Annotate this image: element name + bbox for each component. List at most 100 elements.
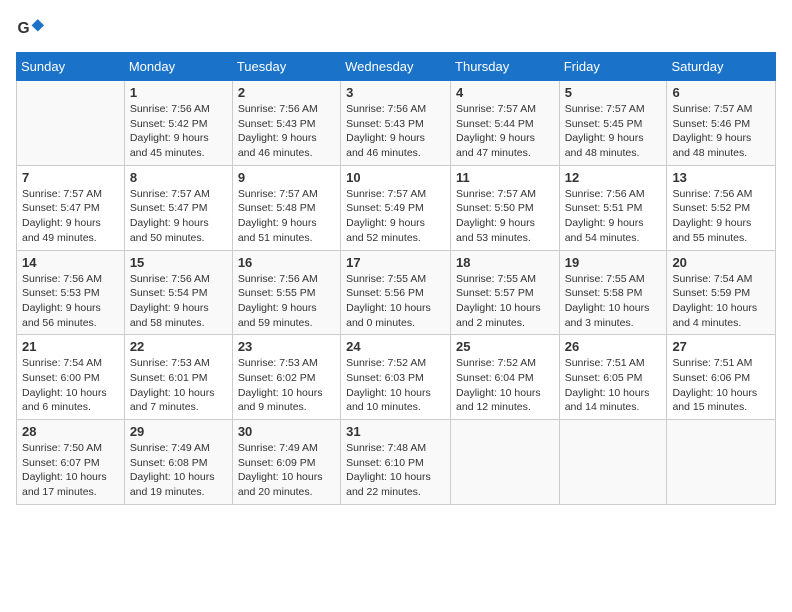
day-number: 5 — [565, 85, 662, 100]
calendar-cell: 18 Sunrise: 7:55 AMSunset: 5:57 PMDaylig… — [451, 250, 560, 335]
day-number: 25 — [456, 339, 554, 354]
day-info: Sunrise: 7:53 AMSunset: 6:01 PMDaylight:… — [130, 356, 227, 415]
day-number: 13 — [672, 170, 770, 185]
page-header: G — [16, 16, 776, 44]
calendar-week-row: 1 Sunrise: 7:56 AMSunset: 5:42 PMDayligh… — [17, 81, 776, 166]
calendar-cell: 22 Sunrise: 7:53 AMSunset: 6:01 PMDaylig… — [124, 335, 232, 420]
calendar-cell: 16 Sunrise: 7:56 AMSunset: 5:55 PMDaylig… — [232, 250, 340, 335]
calendar-cell: 28 Sunrise: 7:50 AMSunset: 6:07 PMDaylig… — [17, 420, 125, 505]
weekday-header: Thursday — [451, 53, 560, 81]
calendar-cell: 24 Sunrise: 7:52 AMSunset: 6:03 PMDaylig… — [341, 335, 451, 420]
weekday-header: Sunday — [17, 53, 125, 81]
day-number: 23 — [238, 339, 335, 354]
day-number: 10 — [346, 170, 445, 185]
calendar-cell: 1 Sunrise: 7:56 AMSunset: 5:42 PMDayligh… — [124, 81, 232, 166]
day-number: 11 — [456, 170, 554, 185]
day-number: 31 — [346, 424, 445, 439]
day-number: 16 — [238, 255, 335, 270]
day-info: Sunrise: 7:52 AMSunset: 6:03 PMDaylight:… — [346, 356, 445, 415]
day-number: 14 — [22, 255, 119, 270]
calendar-cell — [559, 420, 667, 505]
weekday-header: Wednesday — [341, 53, 451, 81]
weekday-header: Saturday — [667, 53, 776, 81]
day-info: Sunrise: 7:49 AMSunset: 6:09 PMDaylight:… — [238, 441, 335, 500]
calendar-cell: 20 Sunrise: 7:54 AMSunset: 5:59 PMDaylig… — [667, 250, 776, 335]
day-info: Sunrise: 7:57 AMSunset: 5:49 PMDaylight:… — [346, 187, 445, 246]
svg-text:G: G — [18, 20, 30, 37]
day-info: Sunrise: 7:49 AMSunset: 6:08 PMDaylight:… — [130, 441, 227, 500]
weekday-header: Monday — [124, 53, 232, 81]
calendar-cell: 13 Sunrise: 7:56 AMSunset: 5:52 PMDaylig… — [667, 165, 776, 250]
calendar-cell: 21 Sunrise: 7:54 AMSunset: 6:00 PMDaylig… — [17, 335, 125, 420]
day-number: 28 — [22, 424, 119, 439]
day-info: Sunrise: 7:57 AMSunset: 5:47 PMDaylight:… — [22, 187, 119, 246]
day-info: Sunrise: 7:56 AMSunset: 5:53 PMDaylight:… — [22, 272, 119, 331]
logo: G — [16, 16, 48, 44]
day-number: 29 — [130, 424, 227, 439]
day-info: Sunrise: 7:55 AMSunset: 5:57 PMDaylight:… — [456, 272, 554, 331]
calendar-cell — [451, 420, 560, 505]
calendar-cell: 26 Sunrise: 7:51 AMSunset: 6:05 PMDaylig… — [559, 335, 667, 420]
day-number: 15 — [130, 255, 227, 270]
calendar-cell: 15 Sunrise: 7:56 AMSunset: 5:54 PMDaylig… — [124, 250, 232, 335]
calendar-cell: 29 Sunrise: 7:49 AMSunset: 6:08 PMDaylig… — [124, 420, 232, 505]
calendar-cell: 12 Sunrise: 7:56 AMSunset: 5:51 PMDaylig… — [559, 165, 667, 250]
day-info: Sunrise: 7:56 AMSunset: 5:43 PMDaylight:… — [346, 102, 445, 161]
calendar-cell — [667, 420, 776, 505]
day-info: Sunrise: 7:51 AMSunset: 6:06 PMDaylight:… — [672, 356, 770, 415]
day-info: Sunrise: 7:48 AMSunset: 6:10 PMDaylight:… — [346, 441, 445, 500]
day-info: Sunrise: 7:54 AMSunset: 6:00 PMDaylight:… — [22, 356, 119, 415]
day-info: Sunrise: 7:57 AMSunset: 5:45 PMDaylight:… — [565, 102, 662, 161]
day-info: Sunrise: 7:52 AMSunset: 6:04 PMDaylight:… — [456, 356, 554, 415]
calendar-week-row: 21 Sunrise: 7:54 AMSunset: 6:00 PMDaylig… — [17, 335, 776, 420]
day-info: Sunrise: 7:50 AMSunset: 6:07 PMDaylight:… — [22, 441, 119, 500]
day-info: Sunrise: 7:56 AMSunset: 5:51 PMDaylight:… — [565, 187, 662, 246]
day-info: Sunrise: 7:56 AMSunset: 5:52 PMDaylight:… — [672, 187, 770, 246]
day-info: Sunrise: 7:55 AMSunset: 5:56 PMDaylight:… — [346, 272, 445, 331]
calendar-week-row: 14 Sunrise: 7:56 AMSunset: 5:53 PMDaylig… — [17, 250, 776, 335]
calendar-cell: 27 Sunrise: 7:51 AMSunset: 6:06 PMDaylig… — [667, 335, 776, 420]
day-info: Sunrise: 7:56 AMSunset: 5:54 PMDaylight:… — [130, 272, 227, 331]
calendar-cell: 8 Sunrise: 7:57 AMSunset: 5:47 PMDayligh… — [124, 165, 232, 250]
weekday-header-row: SundayMondayTuesdayWednesdayThursdayFrid… — [17, 53, 776, 81]
day-info: Sunrise: 7:57 AMSunset: 5:46 PMDaylight:… — [672, 102, 770, 161]
day-info: Sunrise: 7:56 AMSunset: 5:55 PMDaylight:… — [238, 272, 335, 331]
calendar-cell: 5 Sunrise: 7:57 AMSunset: 5:45 PMDayligh… — [559, 81, 667, 166]
logo-icon: G — [16, 16, 44, 44]
calendar-week-row: 7 Sunrise: 7:57 AMSunset: 5:47 PMDayligh… — [17, 165, 776, 250]
calendar-cell: 4 Sunrise: 7:57 AMSunset: 5:44 PMDayligh… — [451, 81, 560, 166]
weekday-header: Tuesday — [232, 53, 340, 81]
day-number: 19 — [565, 255, 662, 270]
day-number: 20 — [672, 255, 770, 270]
day-info: Sunrise: 7:56 AMSunset: 5:43 PMDaylight:… — [238, 102, 335, 161]
day-number: 17 — [346, 255, 445, 270]
day-info: Sunrise: 7:56 AMSunset: 5:42 PMDaylight:… — [130, 102, 227, 161]
day-number: 22 — [130, 339, 227, 354]
calendar-cell: 14 Sunrise: 7:56 AMSunset: 5:53 PMDaylig… — [17, 250, 125, 335]
day-number: 12 — [565, 170, 662, 185]
day-number: 30 — [238, 424, 335, 439]
calendar-cell — [17, 81, 125, 166]
calendar-cell: 9 Sunrise: 7:57 AMSunset: 5:48 PMDayligh… — [232, 165, 340, 250]
day-info: Sunrise: 7:57 AMSunset: 5:50 PMDaylight:… — [456, 187, 554, 246]
day-number: 6 — [672, 85, 770, 100]
calendar-cell: 11 Sunrise: 7:57 AMSunset: 5:50 PMDaylig… — [451, 165, 560, 250]
day-info: Sunrise: 7:57 AMSunset: 5:47 PMDaylight:… — [130, 187, 227, 246]
calendar-cell: 23 Sunrise: 7:53 AMSunset: 6:02 PMDaylig… — [232, 335, 340, 420]
weekday-header: Friday — [559, 53, 667, 81]
calendar-cell: 10 Sunrise: 7:57 AMSunset: 5:49 PMDaylig… — [341, 165, 451, 250]
calendar-cell: 3 Sunrise: 7:56 AMSunset: 5:43 PMDayligh… — [341, 81, 451, 166]
day-number: 8 — [130, 170, 227, 185]
day-number: 1 — [130, 85, 227, 100]
day-number: 24 — [346, 339, 445, 354]
day-number: 4 — [456, 85, 554, 100]
day-number: 18 — [456, 255, 554, 270]
calendar-cell: 7 Sunrise: 7:57 AMSunset: 5:47 PMDayligh… — [17, 165, 125, 250]
day-info: Sunrise: 7:57 AMSunset: 5:48 PMDaylight:… — [238, 187, 335, 246]
day-info: Sunrise: 7:53 AMSunset: 6:02 PMDaylight:… — [238, 356, 335, 415]
calendar-cell: 30 Sunrise: 7:49 AMSunset: 6:09 PMDaylig… — [232, 420, 340, 505]
day-info: Sunrise: 7:57 AMSunset: 5:44 PMDaylight:… — [456, 102, 554, 161]
day-number: 21 — [22, 339, 119, 354]
day-number: 26 — [565, 339, 662, 354]
day-info: Sunrise: 7:54 AMSunset: 5:59 PMDaylight:… — [672, 272, 770, 331]
